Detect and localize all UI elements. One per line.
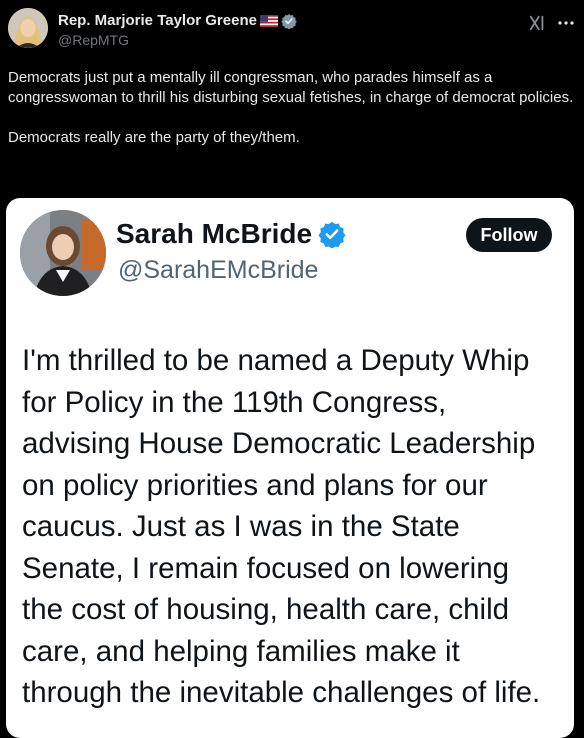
embedded-image[interactable]: Sarah McBride @SarahEMcBride Follow I'm …: [6, 198, 574, 738]
embedded-avatar-photo-icon: [20, 210, 106, 296]
us-flag-icon: [259, 14, 278, 27]
more-options-icon[interactable]: [556, 14, 576, 32]
embedded-author-avatar: [20, 210, 106, 296]
follow-button: Follow: [466, 218, 552, 252]
tweet-text: Democrats just put a mentally ill congre…: [8, 69, 574, 146]
tweet-header: Rep. Marjorie Taylor Greene @RepMTG: [8, 8, 576, 52]
author-avatar[interactable]: [8, 8, 48, 48]
embedded-text-line: for Policy in the 119th Congress,: [22, 385, 447, 419]
embedded-text-line: Senate, I remain focused on lowering: [22, 551, 510, 585]
embedded-text-line: I'm thrilled to be named a Deputy Whip: [22, 344, 530, 377]
blue-verified-badge-icon: [318, 221, 346, 248]
author-name[interactable]: Rep. Marjorie Taylor Greene: [58, 12, 257, 29]
embedded-author-name-row: Sarah McBride: [116, 218, 346, 250]
embedded-author-handle: @SarahEMcBride: [118, 256, 319, 284]
avatar-photo-icon: [8, 8, 48, 48]
embedded-text-line: on policy priorities and plans for our: [22, 468, 488, 502]
gray-verified-badge-icon: [281, 13, 297, 29]
embedded-text-line: care, and helping families make it: [22, 634, 460, 668]
author-name-row[interactable]: Rep. Marjorie Taylor Greene: [58, 12, 297, 29]
author-handle[interactable]: @RepMTG: [58, 32, 129, 48]
embedded-text-line: advising House Democratic Leadership: [22, 427, 536, 460]
embedded-text-line: through the inevitable challenges of lif…: [22, 676, 541, 709]
embedded-text-line: the cost of housing, health care, child: [22, 593, 510, 626]
embedded-tweet-text: I'm thrilled to be named a Deputy Whip f…: [22, 340, 567, 714]
grok-icon[interactable]: [528, 14, 546, 32]
embedded-author-name: Sarah McBride: [116, 218, 313, 249]
embedded-text-line: caucus. Just as I was in the State: [22, 510, 460, 543]
